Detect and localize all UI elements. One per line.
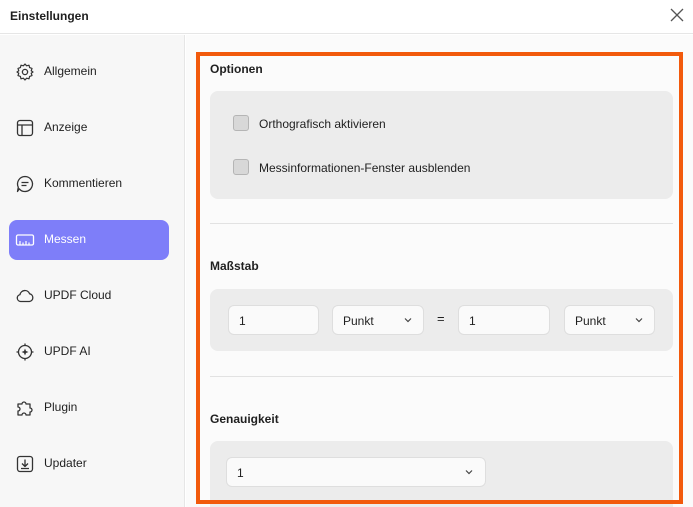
equals-sign: = <box>437 311 445 326</box>
gear-icon <box>16 63 34 81</box>
chevron-down-icon <box>635 318 643 323</box>
sidebar-item-updf-ai[interactable]: UPDF AI <box>9 332 169 372</box>
download-icon <box>16 455 34 473</box>
sidebar-item-updf-cloud[interactable]: UPDF Cloud <box>9 276 169 316</box>
cloud-icon <box>16 289 34 303</box>
select-value: Punkt <box>343 314 374 328</box>
ruler-icon <box>15 234 35 246</box>
sidebar-item-label: Plugin <box>44 400 78 414</box>
title-bar: Einstellungen <box>0 0 693 34</box>
checkbox-label: Orthografisch aktivieren <box>259 117 386 131</box>
puzzle-icon <box>17 401 33 416</box>
window-title: Einstellungen <box>10 9 89 23</box>
scale-left-value-input[interactable]: 1 <box>228 305 319 335</box>
sidebar-item-label: Anzeige <box>44 120 88 134</box>
sidebar-item-label: UPDF Cloud <box>44 288 112 302</box>
sidebar-item-messen[interactable]: Messen <box>9 220 169 260</box>
select-value: 1 <box>237 466 244 480</box>
select-value: Punkt <box>575 314 606 328</box>
layout-icon <box>16 119 34 137</box>
chevron-down-icon <box>465 470 473 475</box>
sidebar-item-allgemein[interactable]: Allgemein <box>9 52 169 92</box>
sidebar-item-anzeige[interactable]: Anzeige <box>9 108 169 148</box>
ai-icon <box>16 343 34 361</box>
input-value: 1 <box>469 314 476 328</box>
scale-left-unit-select[interactable]: Punkt <box>332 305 424 335</box>
scale-right-unit-select[interactable]: Punkt <box>564 305 655 335</box>
sidebar: Allgemein Anzeige Kommentieren Messen UP… <box>0 35 185 507</box>
scale-right-value-input[interactable]: 1 <box>458 305 550 335</box>
sidebar-item-kommentieren[interactable]: Kommentieren <box>9 164 169 204</box>
sidebar-item-plugin[interactable]: Plugin <box>9 388 169 428</box>
settings-panel: Optionen Orthografisch aktivieren Messin… <box>186 35 693 507</box>
comment-icon <box>16 175 34 193</box>
sidebar-item-updater[interactable]: Updater <box>9 444 169 484</box>
massstab-box: 1 Punkt = 1 Punkt <box>210 289 673 351</box>
divider <box>210 223 673 224</box>
section-title-massstab: Maßstab <box>210 259 259 273</box>
orthografisch-checkbox[interactable] <box>233 115 249 131</box>
sidebar-item-label: Kommentieren <box>44 176 123 190</box>
sidebar-item-label: Messen <box>44 232 87 246</box>
sidebar-item-label: UPDF AI <box>44 344 91 358</box>
optionen-box: Orthografisch aktivieren Messinformation… <box>210 91 673 199</box>
chevron-down-icon <box>404 318 412 323</box>
section-title-genauigkeit: Genauigkeit <box>210 412 279 426</box>
close-icon[interactable] <box>668 6 686 24</box>
genauigkeit-box: 1 <box>210 441 673 507</box>
checkbox-label: Messinformationen-Fenster ausblenden <box>259 161 471 175</box>
divider <box>210 376 673 377</box>
section-title-optionen: Optionen <box>210 62 263 76</box>
input-value: 1 <box>239 314 246 328</box>
precision-select[interactable]: 1 <box>226 457 486 487</box>
sidebar-item-label: Updater <box>44 456 87 470</box>
sidebar-item-label: Allgemein <box>44 64 97 78</box>
messinfo-checkbox[interactable] <box>233 159 249 175</box>
